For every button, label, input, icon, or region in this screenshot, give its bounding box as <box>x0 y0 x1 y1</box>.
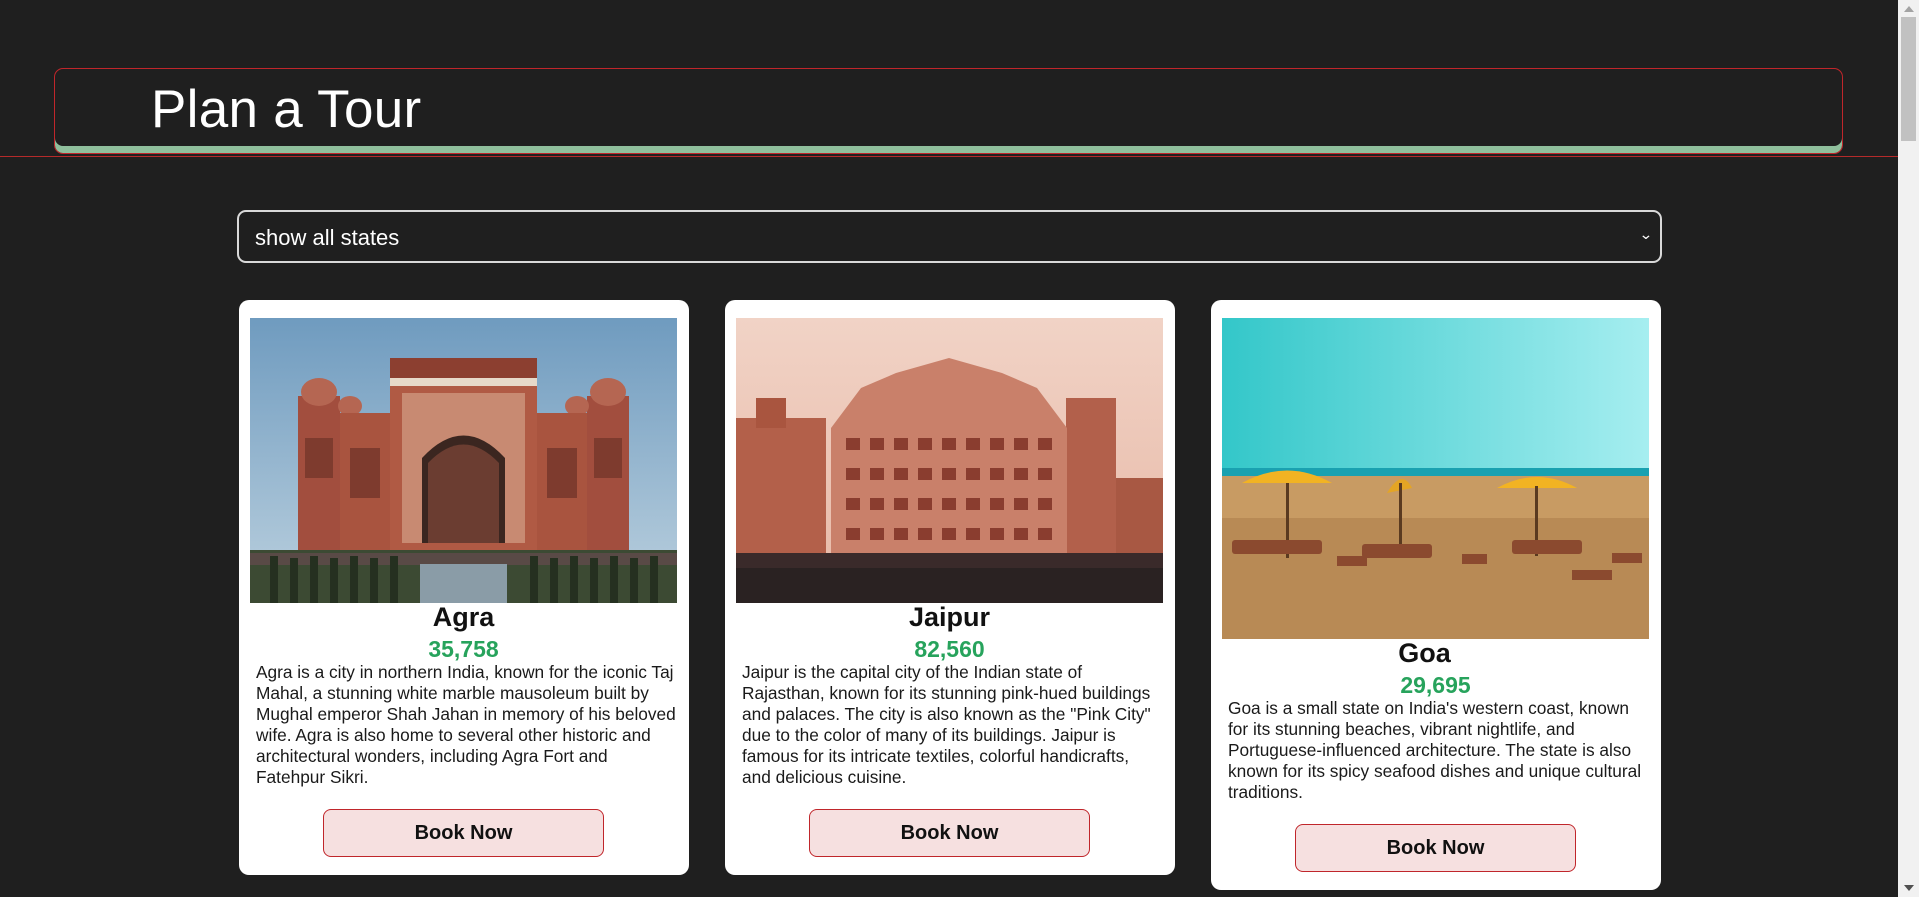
tour-card-price: 82,560 <box>914 636 985 662</box>
book-now-button[interactable]: Book Now <box>323 809 604 857</box>
state-filter-select[interactable]: show all states ⌄ <box>237 210 1662 263</box>
tour-card-price: 29,695 <box>1400 672 1471 698</box>
scroll-down-arrow-icon[interactable] <box>1904 885 1914 891</box>
vertical-scrollbar[interactable] <box>1898 0 1919 897</box>
tour-card-title: Agra <box>432 602 495 632</box>
tour-card-price: 35,758 <box>428 636 499 662</box>
page: Plan a Tour show all states ⌄ Agra 35,75… <box>0 0 1919 897</box>
agra-photo <box>250 318 677 603</box>
tour-card-jaipur: Jaipur 82,560 Jaipur is the capital city… <box>725 300 1175 875</box>
scroll-up-arrow-icon[interactable] <box>1904 6 1914 12</box>
tour-card-description: Goa is a small state on India's western … <box>1228 698 1642 802</box>
scrollbar-thumb[interactable] <box>1901 17 1916 141</box>
jaipur-photo <box>736 318 1163 603</box>
goa-photo <box>1222 318 1649 639</box>
tour-card-goa: Goa 29,695 Goa is a small state on India… <box>1211 300 1661 890</box>
tour-card-description: Jaipur is the capital city of the Indian… <box>742 662 1151 787</box>
state-filter-value: show all states <box>255 225 400 250</box>
tour-card-agra: Agra 35,758 Agra is a city in northern I… <box>239 300 689 875</box>
book-now-button[interactable]: Book Now <box>1295 824 1576 872</box>
book-now-button[interactable]: Book Now <box>809 809 1090 857</box>
page-header: Plan a Tour <box>54 68 1843 154</box>
header-divider <box>0 156 1898 157</box>
tour-card-title: Goa <box>1398 638 1451 668</box>
chevron-down-icon: ⌄ <box>1639 226 1654 242</box>
tour-card-description: Agra is a city in northern India, known … <box>256 662 676 787</box>
tour-card-title: Jaipur <box>908 602 991 632</box>
page-title: Plan a Tour <box>151 80 422 139</box>
